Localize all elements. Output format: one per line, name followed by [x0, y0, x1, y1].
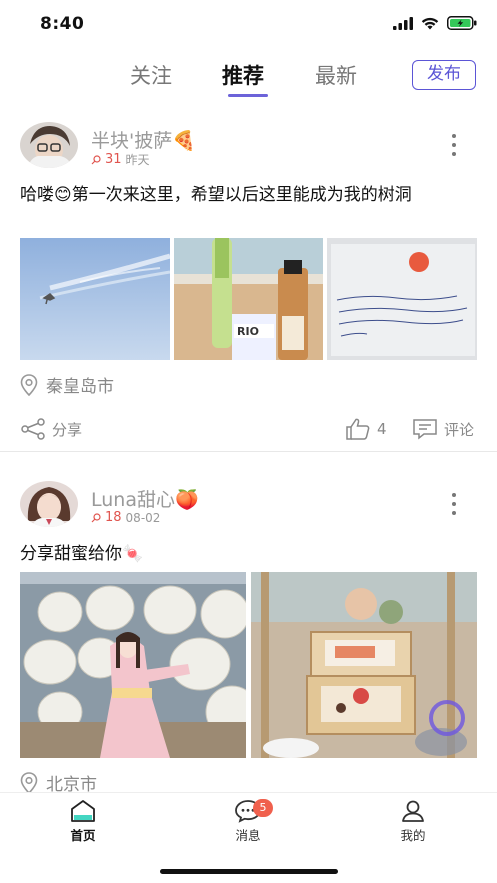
author-emoji: 🍑 [174, 489, 199, 511]
post-time: 08-02 [125, 510, 161, 525]
post-photo[interactable] [20, 238, 170, 360]
tab-profile[interactable]: 我的 [373, 799, 453, 844]
post-meta: 18 08-02 [91, 510, 160, 525]
post-photo[interactable] [327, 238, 477, 360]
unread-badge: 5 [253, 799, 273, 817]
thumbs-up-icon [346, 418, 370, 440]
share-label: 分享 [52, 420, 83, 439]
status-time: 8:40 [40, 14, 85, 34]
post-photo[interactable] [20, 572, 246, 758]
more-options-icon[interactable] [446, 132, 462, 158]
heat-count: 18 [105, 510, 122, 525]
comment-label: 评论 [444, 420, 475, 439]
battery-icon [447, 16, 477, 30]
location-text: 秦皇岛市 [46, 377, 114, 397]
profile-icon [402, 800, 424, 822]
home-icon [71, 800, 95, 822]
active-tab-indicator [228, 94, 268, 97]
author-emoji: 🍕 [172, 130, 196, 152]
share-button[interactable]: 分享 [20, 418, 82, 440]
tab-recommend[interactable]: 推荐 [222, 60, 264, 90]
post-text: 分享甜蜜给你🍬 [20, 544, 144, 564]
author-name[interactable]: 半块'披萨🍕 [91, 126, 196, 153]
more-options-icon[interactable] [446, 491, 462, 517]
publish-button[interactable]: 发布 [412, 60, 476, 90]
top-nav: 关注 推荐 最新 发布 [0, 52, 497, 100]
like-count: 4 [377, 420, 387, 438]
post-photo[interactable]: RIO [174, 238, 323, 360]
avatar[interactable] [20, 122, 78, 168]
comment-button[interactable]: 评论 [412, 418, 474, 440]
signal-icon [393, 16, 413, 30]
heat-icon [91, 154, 101, 164]
author-name-text: Luna甜心 [91, 489, 175, 511]
avatar[interactable] [20, 481, 78, 527]
status-icons [393, 16, 477, 30]
tab-follow[interactable]: 关注 [130, 60, 172, 90]
home-indicator [160, 869, 338, 874]
tab-messages[interactable]: 消息 5 [208, 799, 288, 844]
wifi-icon [421, 17, 439, 29]
tab-messages-label: 消息 [235, 828, 261, 843]
post-divider [0, 451, 497, 452]
share-icon [21, 418, 45, 440]
like-button[interactable]: 4 [345, 418, 387, 440]
post-meta: 31 昨天 [91, 151, 150, 168]
location-pin-icon [20, 771, 38, 794]
comment-icon [413, 419, 437, 440]
author-name[interactable]: Luna甜心🍑 [91, 485, 199, 512]
tab-latest[interactable]: 最新 [315, 60, 357, 90]
status-bar: 8:40 [0, 0, 497, 48]
tab-profile-label: 我的 [400, 828, 426, 843]
heat-icon [91, 512, 101, 522]
post-time: 昨天 [125, 153, 150, 167]
location-pin-icon [20, 373, 38, 396]
author-name-text: 半块'披萨 [91, 130, 173, 152]
post-location[interactable]: 秦皇岛市 [20, 372, 114, 397]
post-photo[interactable] [251, 572, 477, 758]
svg-text:RIO: RIO [237, 325, 259, 338]
tab-home[interactable]: 首页 [43, 799, 123, 844]
heat-count: 31 [105, 152, 122, 167]
tab-home-label: 首页 [70, 828, 96, 843]
post-text: 哈喽😊第一次来这里，希望以后这里能成为我的树洞 [20, 185, 412, 205]
